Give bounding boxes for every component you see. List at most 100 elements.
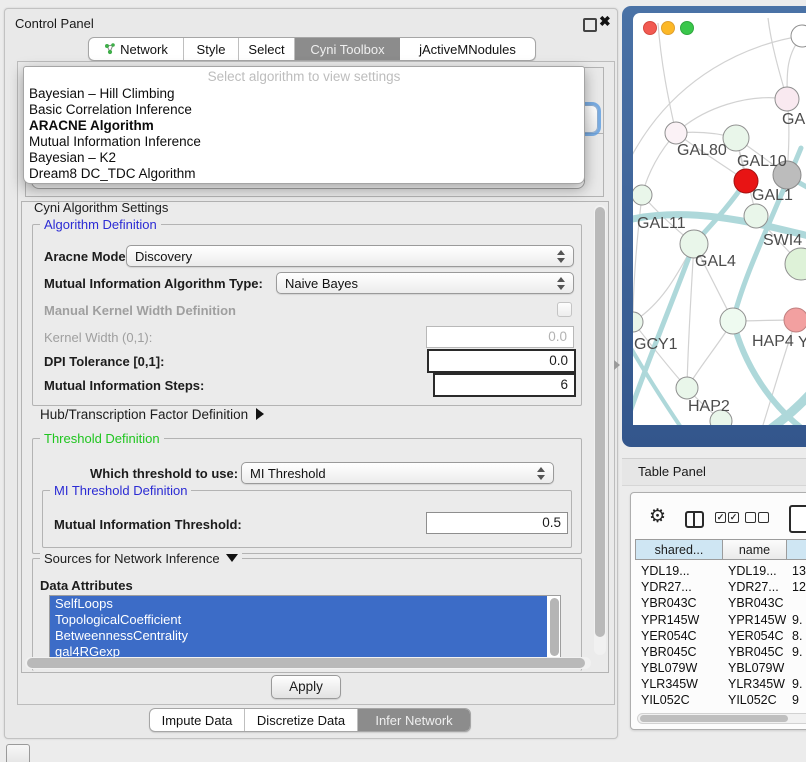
mi-type-combo[interactable]: Naive Bayes: [276, 272, 574, 294]
table-panel-header: Table Panel: [622, 458, 806, 486]
data-attributes-list: SelfLoops TopologicalCoefficient Between…: [49, 595, 561, 660]
list-scrollbar[interactable]: [550, 598, 559, 656]
node-label: GAL1: [752, 187, 793, 204]
stepper-icon: [537, 467, 546, 480]
column-header-shared-name[interactable]: shared...: [635, 539, 723, 560]
gear-icon[interactable]: ⚙: [649, 507, 666, 526]
tab-network[interactable]: Network: [89, 38, 184, 60]
select-all-icon[interactable]: ✓: [728, 512, 739, 523]
attribute-item-selected[interactable]: SelfLoops: [50, 596, 547, 612]
network-canvas[interactable]: GAL GAL80 GAL10 GAL1 GAL11 SWI4 GAL4 GCY…: [633, 13, 806, 425]
manual-kernel-checkbox[interactable]: [557, 302, 572, 317]
dropdown-item[interactable]: Basic Correlation Inference: [27, 102, 581, 118]
node-gal80[interactable]: [665, 122, 687, 144]
node-salmon[interactable]: [784, 308, 806, 332]
node-label: SWI4: [763, 232, 802, 249]
kernel-width-field[interactable]: 0.0: [426, 326, 574, 348]
deselect-all-icon[interactable]: [758, 512, 769, 523]
dropdown-item[interactable]: Bayesian – Hill Climbing: [27, 86, 581, 102]
node-hap2[interactable]: [676, 377, 698, 399]
mi-steps-field[interactable]: 6: [433, 373, 576, 397]
kernel-width-label: Kernel Width (0,1):: [44, 330, 152, 345]
sources-group-title[interactable]: Sources for Network Inference: [40, 551, 242, 566]
tab-discretize-data[interactable]: Discretize Data: [245, 709, 358, 731]
tab-style[interactable]: Style: [184, 38, 239, 60]
node-hap4[interactable]: [720, 308, 746, 334]
network-view-window: GAL GAL80 GAL10 GAL1 GAL11 SWI4 GAL4 GCY…: [633, 13, 806, 425]
hub-expander[interactable]: Hub/Transcription Factor Definition: [40, 407, 264, 422]
mi-steps-label: Mutual Information Steps:: [44, 378, 204, 393]
threshold-definition-title: Threshold Definition: [40, 431, 164, 446]
window-minimize-icon[interactable]: [661, 21, 675, 35]
expander-expanded-icon: [226, 554, 238, 562]
mi-type-label: Mutual Information Algorithm Type:: [44, 276, 263, 291]
float-window-icon[interactable]: [583, 18, 597, 32]
expander-collapsed-icon: [256, 408, 264, 420]
node-swi4[interactable]: [785, 248, 806, 280]
mi-threshold-field[interactable]: 0.5: [426, 512, 568, 534]
node-green[interactable]: [744, 204, 768, 228]
dropdown-item[interactable]: Mutual Information Inference: [27, 134, 581, 150]
dropdown-placeholder: Select algorithm to view settings: [24, 69, 584, 84]
tab-impute-data[interactable]: Impute Data: [150, 709, 245, 731]
table-panel-title: Table Panel: [638, 464, 706, 479]
tab-cyni-toolbox[interactable]: Cyni Toolbox: [295, 38, 400, 60]
node-gal-partial[interactable]: [775, 87, 799, 111]
node-label: GAL: [782, 111, 806, 128]
column-header-partial[interactable]: A: [786, 539, 806, 560]
table-mode-icon[interactable]: [789, 505, 806, 533]
settings-vertical-scrollbar[interactable]: [594, 205, 606, 655]
tab-jactivemnodules[interactable]: jActiveMNodules: [400, 38, 535, 60]
dpi-tolerance-label: DPI Tolerance [0,1]:: [44, 354, 164, 369]
node-gcy1[interactable]: [633, 312, 643, 332]
apply-button[interactable]: Apply: [271, 675, 341, 699]
tab-select[interactable]: Select: [239, 38, 295, 60]
algorithm-dropdown-list: Select algorithm to view settings Bayesi…: [23, 66, 585, 184]
tab-infer-network[interactable]: Infer Network: [358, 709, 470, 731]
control-panel-tabbar: Network Style Select Cyni Toolbox jActiv…: [88, 37, 536, 61]
cyni-bottom-tabbar: Impute Data Discretize Data Infer Networ…: [149, 708, 471, 732]
node-label: HAP2: [688, 398, 730, 415]
window-close-icon[interactable]: [643, 21, 657, 35]
manual-kernel-label: Manual Kernel Width Definition: [44, 303, 236, 318]
settings-horizontal-scrollbar[interactable]: [25, 657, 591, 669]
node-label: GAL11: [637, 215, 686, 232]
dropdown-item[interactable]: Bayesian – K2: [27, 150, 581, 166]
attribute-item-selected[interactable]: BetweennessCentrality: [50, 628, 547, 644]
window-zoom-icon[interactable]: [680, 21, 694, 35]
algorithm-definition-title: Algorithm Definition: [40, 217, 161, 232]
table-horizontal-scrollbar[interactable]: [637, 713, 806, 724]
mi-threshold-group-title: MI Threshold Definition: [50, 483, 191, 498]
node-label: GAL80: [677, 142, 727, 159]
partial-toolbar-button[interactable]: [6, 744, 30, 762]
stepper-icon: [557, 250, 566, 263]
stepper-icon: [557, 277, 566, 290]
node-label: Y: [798, 334, 806, 351]
node-gal11[interactable]: [633, 185, 652, 205]
node-label: GCY1: [634, 336, 678, 353]
deselect-all-icon[interactable]: [745, 512, 756, 523]
node-gal10[interactable]: [723, 125, 749, 151]
attribute-item-selected[interactable]: TopologicalCoefficient: [50, 612, 547, 628]
node-label: HAP4: [752, 333, 794, 350]
panel-collapse-handle[interactable]: [614, 360, 620, 370]
node-label: GAL4: [695, 253, 736, 270]
dropdown-item-selected[interactable]: ARACNE Algorithm: [27, 118, 581, 134]
which-threshold-combo[interactable]: MI Threshold: [241, 462, 554, 484]
node-label: GAL10: [737, 153, 787, 170]
table-panel-window: ⚙ ✓ ✓ shared... name A YDL19... YDL19...…: [630, 492, 806, 730]
dropdown-item[interactable]: Dream8 DC_TDC Algorithm: [27, 166, 581, 182]
dpi-tolerance-field[interactable]: 0.0: [427, 349, 576, 373]
column-header-name[interactable]: name: [722, 539, 787, 560]
which-threshold-label: Which threshold to use:: [90, 466, 238, 481]
cyni-algorithm-settings-group: Cyni Algorithm Settings Algorithm Defini…: [21, 201, 609, 673]
panel-title: Control Panel: [15, 16, 94, 31]
select-all-icon[interactable]: ✓: [715, 512, 726, 523]
aracne-mode-label: Aracne Mode:: [44, 249, 130, 264]
close-icon[interactable]: ✖: [599, 13, 611, 30]
column-layout-icon[interactable]: [685, 511, 704, 528]
network-icon: [104, 43, 116, 55]
aracne-mode-combo[interactable]: Discovery: [126, 245, 574, 267]
data-attributes-label: Data Attributes: [40, 578, 133, 593]
node-partial-top[interactable]: [791, 25, 806, 47]
